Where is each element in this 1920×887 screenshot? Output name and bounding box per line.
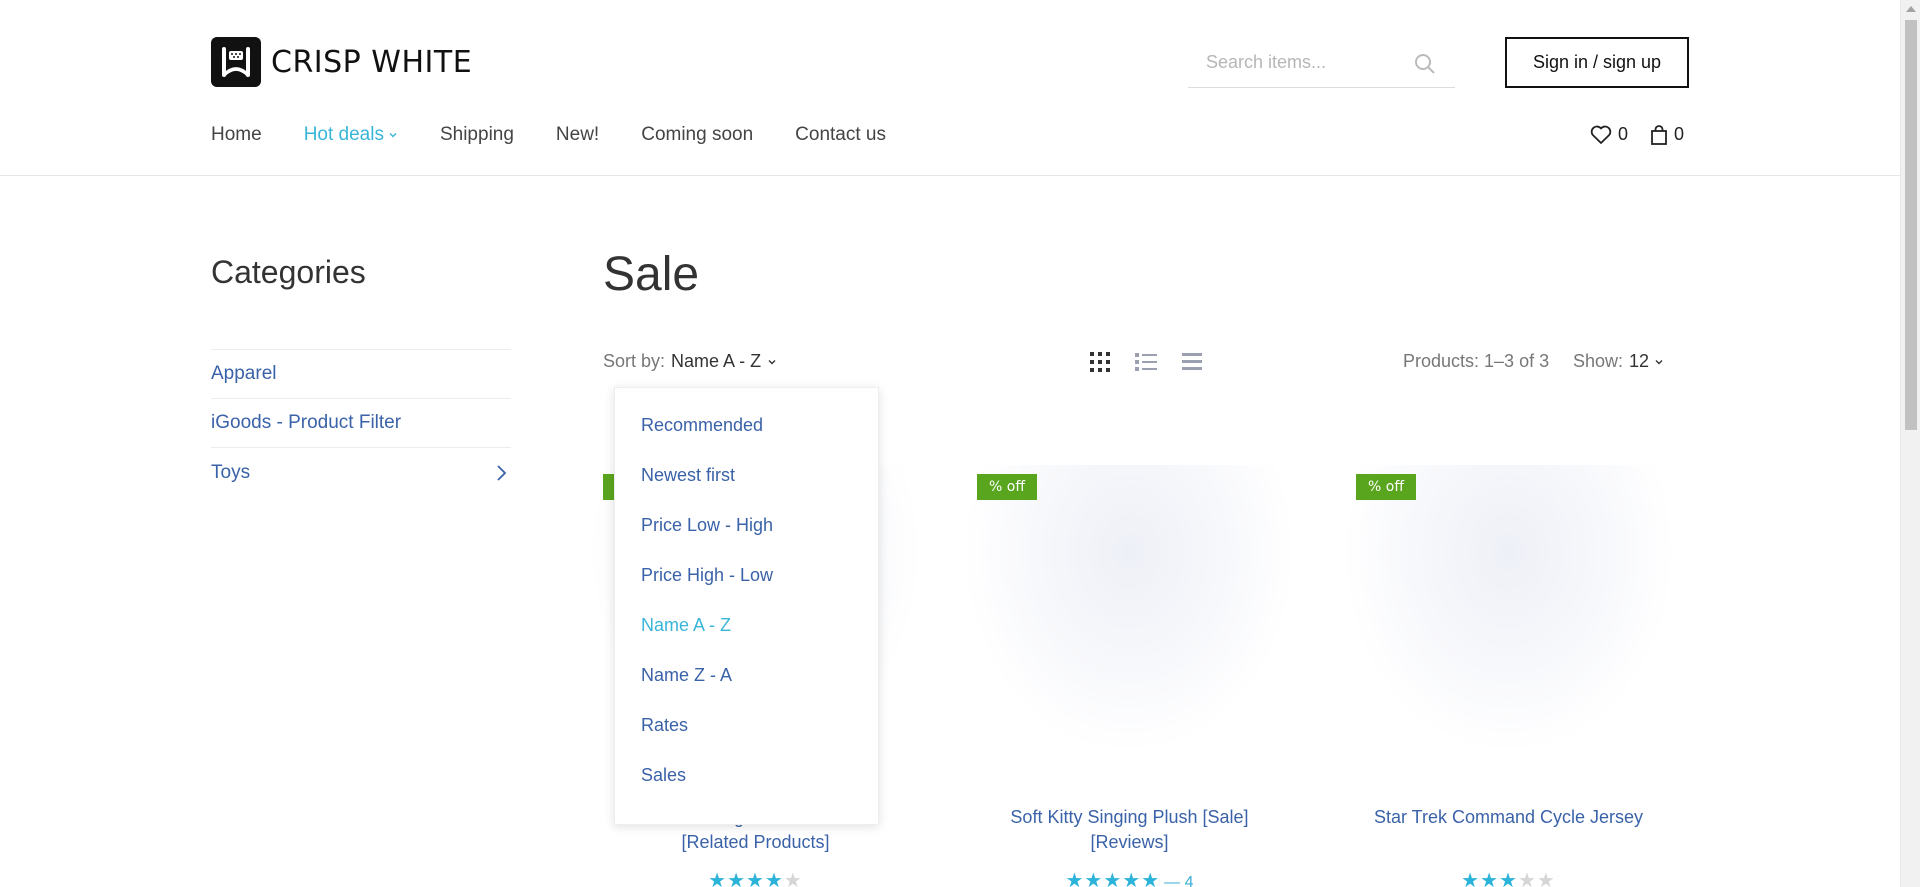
products-count: Products: 1–3 of 3 — [1403, 351, 1550, 371]
sort-label: Sort by: — [603, 351, 666, 371]
discount-badge: % off — [977, 474, 1037, 500]
discount-badge: % off — [1356, 474, 1416, 500]
page-scrollbar[interactable] — [1900, 0, 1920, 887]
site-header: CRISP WHITE Sign in / sign up Home Hot d… — [0, 0, 1900, 176]
nav-item-contact-us[interactable]: Contact us — [795, 124, 886, 146]
sort-option-name-a-z[interactable]: Name A - Z — [615, 600, 878, 650]
product-name-line: Star Trek Command Cycle Jersey — [1373, 807, 1644, 827]
logo-icon — [211, 37, 261, 87]
nav-item-shipping[interactable]: Shipping — [440, 124, 514, 146]
list-view-icon[interactable] — [1134, 350, 1158, 374]
category-label: Toys — [211, 461, 251, 483]
chevron-down-icon — [1655, 359, 1663, 364]
product-rating: ★★★★★ — 4 — [962, 868, 1297, 887]
sort-option-sales[interactable]: Sales — [615, 750, 878, 800]
sort-option-newest-first[interactable]: Newest first — [615, 450, 878, 500]
nav-item-new[interactable]: New! — [556, 124, 599, 146]
sort-option-name-z-a[interactable]: Name Z - A — [615, 650, 878, 700]
product-name[interactable]: Star Trek Command Cycle Jersey — [1341, 805, 1676, 830]
wishlist-count: 0 — [1618, 124, 1629, 144]
sort-option-rates[interactable]: Rates — [615, 700, 878, 750]
heart-icon — [1590, 125, 1612, 144]
sort-select[interactable]: Name A - Z — [671, 351, 777, 372]
category-label: iGoods - Product Filter — [211, 412, 402, 433]
main-nav: Home Hot deals Shipping New! Coming soon… — [211, 124, 928, 146]
product-rating: ★★★★★ — [708, 870, 803, 887]
table-view-icon[interactable] — [1180, 350, 1204, 374]
per-page-select[interactable]: 12 — [1629, 351, 1664, 372]
sort-option-price-high-low[interactable]: Price High - Low — [615, 550, 878, 600]
header-counters: 0 0 — [1590, 124, 1684, 145]
product-image[interactable] — [1341, 465, 1676, 755]
search-icon[interactable] — [1413, 52, 1437, 76]
brand-logo[interactable]: CRISP WHITE — [211, 37, 472, 87]
sort-option-price-low-high[interactable]: Price Low - High — [615, 500, 878, 550]
category-label: Apparel — [211, 363, 277, 384]
product-name-line: [Related Products] — [681, 832, 830, 852]
per-page-value: 12 — [1629, 351, 1650, 371]
product-name-line: Soft Kitty Singing Plush [Sale] — [1010, 807, 1249, 827]
category-item-toys[interactable]: Toys — [211, 448, 511, 497]
nav-item-home[interactable]: Home — [211, 124, 262, 146]
product-name-line: [Reviews] — [1090, 832, 1169, 852]
shopping-bag-icon — [1651, 124, 1667, 145]
category-list: Apparel iGoods - Product Filter Toys — [211, 349, 511, 497]
brand-name: CRISP WHITE — [271, 44, 473, 80]
nav-item-coming-soon[interactable]: Coming soon — [641, 124, 753, 146]
per-page-control: Show: 12 — [1573, 351, 1664, 372]
cart-link[interactable]: 0 — [1650, 124, 1684, 145]
show-label: Show: — [1573, 351, 1624, 371]
nav-item-hot-deals-label: Hot deals — [303, 124, 384, 145]
sort-value: Name A - Z — [671, 351, 762, 371]
scrollbar-thumb[interactable] — [1905, 20, 1917, 430]
sort-dropdown-menu: Recommended Newest first Price Low - Hig… — [614, 387, 879, 825]
product-image[interactable] — [962, 465, 1297, 755]
category-item-igoods-product-filter[interactable]: iGoods - Product Filter — [211, 399, 511, 448]
sort-option-recommended[interactable]: Recommended — [615, 400, 878, 450]
chevron-down-icon — [768, 359, 776, 364]
chevron-right-icon[interactable] — [495, 464, 507, 482]
search-input[interactable] — [1188, 42, 1408, 82]
chevron-down-icon — [389, 133, 397, 138]
nav-item-hot-deals[interactable]: Hot deals — [304, 124, 398, 146]
page-title: Sale — [603, 248, 700, 301]
product-name[interactable]: Soft Kitty Singing Plush [Sale] [Reviews… — [962, 805, 1297, 855]
wishlist-link[interactable]: 0 — [1590, 124, 1628, 145]
view-mode-switcher — [1088, 350, 1226, 374]
search-box — [1188, 42, 1455, 88]
signin-button[interactable]: Sign in / sign up — [1505, 37, 1689, 88]
sort-control: Sort by: Name A - Z — [603, 351, 777, 372]
categories-title: Categories — [211, 254, 366, 290]
scroll-up-arrow-icon[interactable] — [1906, 6, 1916, 12]
review-count[interactable]: — 4 — [1164, 874, 1193, 887]
grid-view-icon[interactable] — [1088, 350, 1112, 374]
cart-count: 0 — [1674, 124, 1685, 144]
product-rating: ★★★★★ — [1461, 870, 1556, 887]
category-item-apparel[interactable]: Apparel — [211, 350, 511, 399]
